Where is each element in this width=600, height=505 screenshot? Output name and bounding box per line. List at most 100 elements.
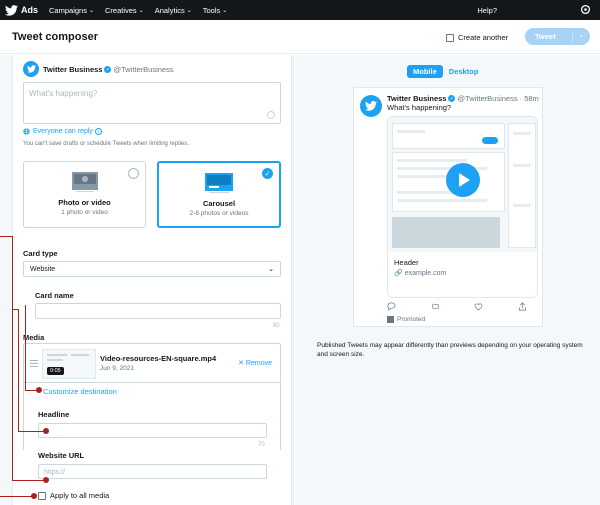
annotation-dot xyxy=(43,428,49,434)
annotation-line xyxy=(25,305,26,390)
settings-gear-icon[interactable] xyxy=(579,3,592,16)
apply-all-media-toggle[interactable]: Apply to all media xyxy=(38,491,109,500)
preview-name: Twitter Business xyxy=(387,94,447,103)
nav-creatives[interactable]: Creatives ⌄ xyxy=(105,6,144,15)
top-nav: Ads Campaigns ⌄ Creatives ⌄ Analytics ⌄ Too… xyxy=(0,0,600,20)
like-heart-icon[interactable] xyxy=(474,302,483,311)
chevron-down-icon: ⌄ xyxy=(186,7,192,14)
verified-badge-icon: ✓ xyxy=(104,66,112,73)
card-type-label: Card type xyxy=(23,249,58,258)
tweet-button[interactable]: Tweet ⌄ xyxy=(525,28,590,45)
remove-label: Remove xyxy=(245,360,272,367)
media-item: 0:05 Video-resources-EN-square.mp4 Jun 9… xyxy=(23,343,281,383)
annotation-dot xyxy=(31,493,37,499)
annotation-line xyxy=(12,480,46,481)
ads-logo[interactable]: Ads xyxy=(5,4,38,16)
customize-destination-link[interactable]: Customize destination xyxy=(43,387,117,396)
tweet-text-placeholder: What’s happening? xyxy=(29,89,98,98)
tab-desktop[interactable]: Desktop xyxy=(443,65,485,78)
twitter-bird-icon xyxy=(365,101,377,111)
preview-card[interactable]: Header 🔗 example.com xyxy=(387,116,538,298)
create-another-checkbox[interactable] xyxy=(446,33,454,42)
nav-campaigns-label: Campaigns xyxy=(49,5,87,15)
tab-mobile[interactable]: Mobile xyxy=(407,65,443,78)
apply-all-media-label: Apply to all media xyxy=(50,491,110,500)
annotation-line xyxy=(18,431,46,432)
chevron-down-icon: ⌄ xyxy=(88,7,94,14)
tweet-preview: Twitter Business ✓ @TwitterBusiness · 58… xyxy=(353,87,543,327)
nav-campaigns[interactable]: Campaigns ⌄ xyxy=(49,6,94,15)
tweet-text-input[interactable]: What’s happening? xyxy=(23,82,281,124)
format-option-photo-video[interactable]: Photo or video 1 photo or video xyxy=(23,161,146,228)
apply-all-media-checkbox[interactable] xyxy=(38,491,46,500)
check-icon: ✓ xyxy=(262,168,273,179)
annotation-line xyxy=(18,309,19,431)
annotation-line xyxy=(12,309,19,310)
info-icon[interactable]: i xyxy=(94,128,102,135)
help-link[interactable]: Help? xyxy=(477,6,497,15)
tweet-button-label: Tweet xyxy=(535,32,556,41)
mock-compose-box xyxy=(392,123,505,149)
verified-badge-icon: ✓ xyxy=(448,95,456,102)
create-another-toggle[interactable]: Create another xyxy=(446,33,508,42)
media-file-name: Video-resources-EN-square.mp4 xyxy=(100,354,217,363)
reply-setting-label: Everyone can reply xyxy=(33,128,93,135)
share-icon[interactable] xyxy=(518,302,527,311)
preview-card-domain-text: example.com xyxy=(404,269,447,277)
twitter-bird-icon xyxy=(5,4,18,16)
tweet-actions xyxy=(387,302,527,311)
chevron-down-icon[interactable]: ⌄ xyxy=(579,32,584,39)
headline-input[interactable] xyxy=(38,423,267,438)
preview-panel: Mobile Desktop Twitter Business ✓ @Twitt… xyxy=(295,55,600,505)
headline-counter: 70 xyxy=(258,442,265,448)
account-name: Twitter Business ✓ @TwitterBusiness xyxy=(43,65,174,74)
page-header: Tweet composer Create another Tweet ⌄ xyxy=(0,20,600,54)
nav-tools[interactable]: Tools ⌄ xyxy=(203,6,228,15)
nav-analytics[interactable]: Analytics ⌄ xyxy=(155,6,192,15)
mock-sidebar xyxy=(508,123,536,248)
account-avatar xyxy=(23,61,39,77)
page-title: Tweet composer xyxy=(12,31,98,43)
card-type-select[interactable]: Website ⌄ xyxy=(23,261,281,277)
carousel-icon xyxy=(205,173,233,193)
retweet-icon[interactable] xyxy=(431,302,440,311)
annotation-line xyxy=(12,236,13,481)
promoted-icon xyxy=(387,316,394,323)
nav-analytics-label: Analytics xyxy=(154,5,185,15)
format-option-subtitle: 1 photo or video xyxy=(61,209,108,216)
card-name-counter: 80 xyxy=(273,323,280,329)
preview-card-media xyxy=(388,117,537,252)
preview-card-header: Header xyxy=(394,258,419,267)
annotation-line xyxy=(0,496,34,497)
media-label: Media xyxy=(23,333,45,342)
chevron-down-icon: ⌄ xyxy=(138,7,144,14)
reply-setting-link[interactable]: Everyone can reply i xyxy=(23,128,102,135)
close-icon: ✕ xyxy=(238,360,244,367)
create-another-label: Create another xyxy=(458,33,509,42)
twitter-bird-icon xyxy=(26,65,36,73)
drag-handle-icon[interactable] xyxy=(30,360,38,369)
preview-card-domain: 🔗 example.com xyxy=(394,269,447,278)
card-type-value: Website xyxy=(30,265,56,273)
preview-account: Twitter Business ✓ @TwitterBusiness · 58… xyxy=(387,94,539,103)
reply-icon[interactable] xyxy=(387,302,396,311)
card-name-input[interactable] xyxy=(35,303,281,319)
card-name-label: Card name xyxy=(35,291,74,300)
tweet-button-divider xyxy=(572,31,573,42)
headline-label: Headline xyxy=(38,410,70,419)
format-radio[interactable] xyxy=(128,168,139,179)
format-option-title: Carousel xyxy=(202,199,236,208)
format-option-title: Photo or video xyxy=(58,198,111,207)
format-option-carousel[interactable]: ✓ Carousel 2-6 photos or videos xyxy=(157,161,281,228)
website-url-input[interactable]: https:// xyxy=(38,464,267,479)
preview-device-toggle: Mobile Desktop xyxy=(407,65,484,78)
remove-media-button[interactable]: ✕ Remove xyxy=(238,359,272,367)
account-handle: @TwitterBusiness xyxy=(113,65,174,74)
chevron-down-icon: ⌄ xyxy=(222,7,228,14)
reply-limit-note: You can't save drafts or schedule Tweets… xyxy=(23,141,189,147)
account-name-text: Twitter Business xyxy=(43,65,103,74)
play-button-icon[interactable] xyxy=(446,163,480,197)
preview-text: What’s happening? xyxy=(387,103,452,112)
media-thumbnail[interactable]: 0:05 xyxy=(42,349,96,379)
character-count-ring-icon xyxy=(267,111,275,119)
